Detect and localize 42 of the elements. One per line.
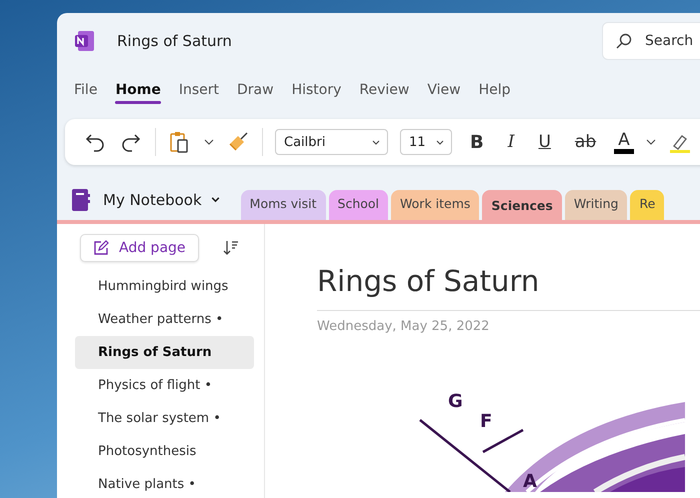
sort-icon[interactable] xyxy=(222,239,240,257)
page-list-item[interactable]: Weather patterns • xyxy=(75,303,254,336)
saturn-rings-drawing: G F A xyxy=(265,372,685,492)
menu-tab[interactable]: Draw xyxy=(228,74,283,106)
section-tab[interactable]: Sciences xyxy=(482,190,562,220)
section-tab[interactable]: Work items xyxy=(391,190,480,220)
edit-icon xyxy=(93,240,109,256)
strikethrough-button[interactable]: ab xyxy=(568,130,602,154)
page-title: Rings of Saturn xyxy=(317,264,700,311)
search-icon xyxy=(615,32,633,50)
section-tab[interactable]: School xyxy=(328,190,388,220)
page-list-item[interactable]: Rings of Saturn xyxy=(75,336,254,369)
notebook-icon xyxy=(71,188,91,212)
page-date: Wednesday, May 25, 2022 xyxy=(317,319,490,334)
section-tab[interactable]: Re xyxy=(630,190,664,220)
menu-tab[interactable]: Review xyxy=(350,74,418,106)
underline-button[interactable]: U xyxy=(532,130,557,154)
section-tab[interactable]: Writing xyxy=(564,190,628,220)
notebook-selector[interactable]: My Notebook xyxy=(103,190,221,208)
chevron-down-icon[interactable] xyxy=(646,137,656,147)
menu-tab[interactable]: Home xyxy=(106,74,170,106)
window-title: Rings of Saturn xyxy=(117,32,232,50)
menu-tab[interactable]: Insert xyxy=(170,74,228,106)
menu-tab[interactable]: Help xyxy=(470,74,520,106)
menu-tab[interactable]: History xyxy=(282,74,350,106)
page-list-item[interactable]: Hummingbird wings xyxy=(75,270,254,303)
italic-button[interactable]: I xyxy=(502,130,520,154)
section-tab[interactable]: Moms visit xyxy=(240,190,326,220)
search-field[interactable]: Search xyxy=(602,22,700,60)
page-list-item[interactable]: Photosynthesis xyxy=(75,435,254,468)
chevron-down-icon[interactable] xyxy=(204,137,214,147)
page-list-item[interactable]: Physics of flight • xyxy=(75,369,254,402)
app-logo-icon xyxy=(73,28,97,52)
menu-tab[interactable]: View xyxy=(418,74,470,106)
page-list-item[interactable]: The solar system • xyxy=(75,402,254,435)
font-color-button[interactable]: A xyxy=(614,130,634,154)
menu-tab[interactable]: File xyxy=(65,74,106,106)
bold-button[interactable]: B xyxy=(464,130,490,154)
add-page-button[interactable]: Add page xyxy=(80,234,199,262)
font-size-dropdown[interactable]: 11 xyxy=(400,129,452,155)
page-list-item[interactable]: Native plants • xyxy=(75,468,254,498)
font-dropdown[interactable]: Cailbri xyxy=(275,129,388,155)
